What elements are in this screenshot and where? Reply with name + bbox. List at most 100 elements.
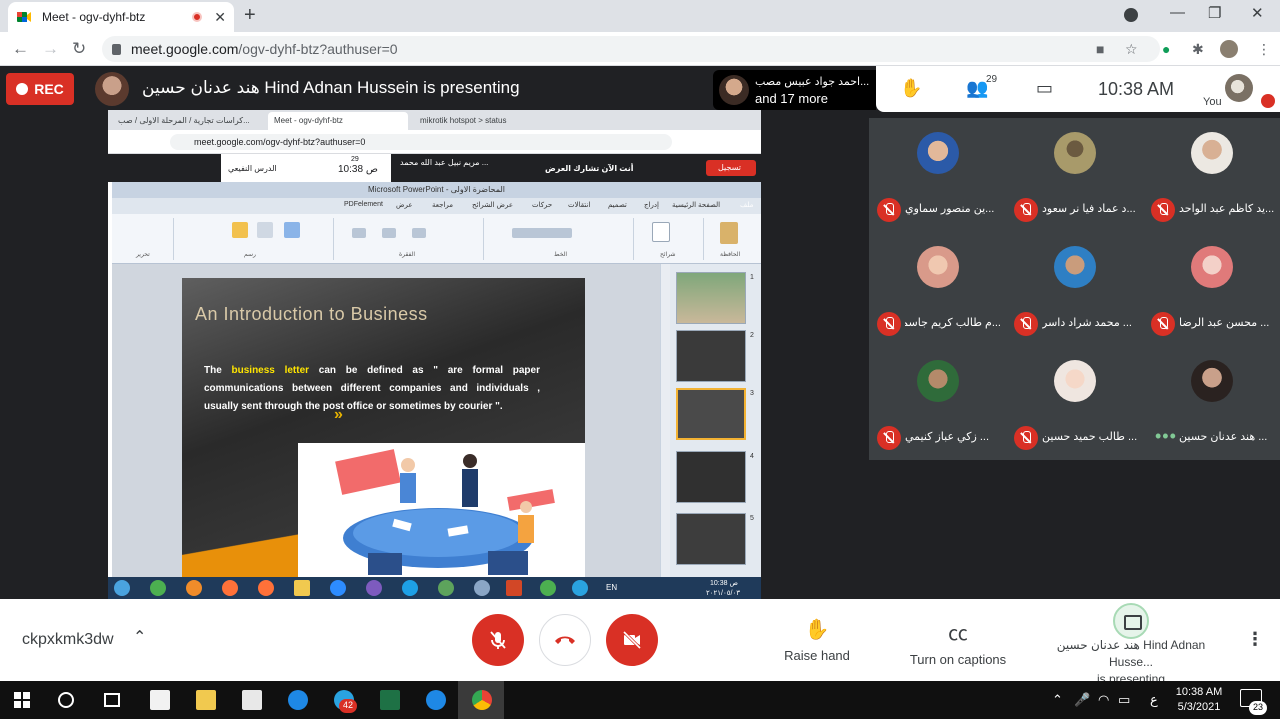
font-box	[512, 228, 572, 238]
maximize-button[interactable]: ❐	[1208, 4, 1221, 22]
reload-icon[interactable]: ↻	[72, 39, 86, 59]
chevron-up-icon[interactable]: ⌃	[1052, 692, 1063, 708]
slide-thumbnail-1[interactable]	[676, 272, 746, 324]
chat-icon[interactable]: ▭	[1036, 78, 1053, 99]
forward-arrow-icon[interactable]: →	[42, 39, 59, 59]
ribbon-group-font: الخط	[484, 218, 634, 260]
window-close-button[interactable]: ✕	[1251, 4, 1264, 22]
minimize-button[interactable]: —	[1170, 4, 1185, 21]
participant-avatar	[1054, 246, 1096, 288]
shared-lang: EN	[606, 583, 618, 592]
mic-toggle-button[interactable]	[472, 614, 524, 666]
participant-tile[interactable]: ...م طالب كريم جاسم	[869, 232, 1006, 346]
presenting-name: هند عدنان حسين Hind Adnan Husse...	[1056, 638, 1206, 669]
captions-button[interactable]: ㏄ Turn on captions	[906, 617, 1010, 667]
participant-tile[interactable]: ...ين منصور سماوي	[869, 118, 1006, 232]
captions-icon: ㏄	[948, 623, 968, 645]
slide-text-start: The	[204, 365, 232, 376]
self-label: You	[1203, 96, 1222, 108]
slide-thumbnail-2[interactable]	[676, 330, 746, 382]
back-arrow-icon[interactable]: ←	[12, 39, 29, 59]
ppt-tab: PDFelement	[344, 201, 383, 208]
wifi-icon[interactable]: ◠	[1098, 692, 1109, 708]
new-tab-button[interactable]: +	[244, 4, 256, 27]
shared-time: 10:38 ص	[338, 164, 378, 175]
browser-tab-strip: Meet - ogv-dyhf-btz ✕ + — ❐ ✕	[0, 0, 1280, 32]
chrome-menu-icon[interactable]: ⋮	[1257, 41, 1271, 58]
shared-tab-3: mikrotik hotspot > status	[420, 116, 507, 125]
participant-name: ... محسن عبد الرضا	[1179, 317, 1270, 329]
participant-tile[interactable]: ... محسن عبد الرضا	[1143, 232, 1280, 346]
slide-title: An Introduction to Business	[195, 304, 428, 324]
firefox-icon	[258, 580, 274, 596]
shared-meet-bar: الدرس النفيعي 10:38 ص 29 مريم نبيل عبد ا…	[108, 154, 761, 182]
ppt-scrollbar[interactable]	[660, 264, 670, 577]
participant-tile[interactable]: ... طالب حميد حسين	[1006, 346, 1143, 460]
ribbon-group-label: الخط	[554, 252, 568, 258]
ppt-tab: تصميم	[608, 202, 627, 209]
slide-thumbnail-3-selected[interactable]	[676, 388, 746, 440]
edge-icon[interactable]	[288, 690, 308, 710]
url-host: meet.google.com	[131, 41, 239, 57]
participant-avatar	[917, 360, 959, 402]
address-bar[interactable]: meet.google.com/ogv-dyhf-btz?authuser=0	[102, 36, 1160, 62]
hand-wave-icon[interactable]: ✋	[900, 78, 922, 99]
participant-name: ... محمد شراد داسر	[1042, 317, 1132, 329]
participant-avatar	[1054, 360, 1096, 402]
ribbon-group-label: الحافظة	[720, 252, 741, 258]
extension-icon[interactable]: ●	[1162, 41, 1170, 57]
store-icon[interactable]	[150, 690, 170, 710]
other-participants-chip[interactable]: احمد جواد عبيس مصب... and 17 more	[713, 70, 876, 110]
shapes-icon	[232, 222, 248, 238]
participant-tile[interactable]: ... محمد شراد داسر	[1006, 232, 1143, 346]
windows-start-icon[interactable]	[14, 692, 30, 708]
browser-tab-meet[interactable]: Meet - ogv-dyhf-btz ✕	[8, 2, 234, 32]
camera-indicator-icon[interactable]: ■	[1096, 41, 1104, 57]
chevron-up-icon[interactable]: ⌃	[133, 627, 146, 647]
microphone-icon[interactable]: 🎤	[1074, 692, 1090, 708]
shared-url: meet.google.com/ogv-dyhf-btz?authuser=0	[170, 134, 672, 150]
extensions-puzzle-icon[interactable]: ✱	[1192, 41, 1204, 58]
slide-thumbnail-4[interactable]	[676, 451, 746, 503]
battery-icon[interactable]: ▭	[1118, 692, 1130, 708]
meeting-code[interactable]: ckpxkmk3dw	[22, 631, 114, 649]
participant-tile[interactable]: ...يد كاظم عبد الواحد	[1143, 118, 1280, 232]
slide-thumbnail-5[interactable]	[676, 513, 746, 565]
chrome-icon[interactable]	[472, 690, 492, 710]
mic-off-icon	[1151, 198, 1175, 222]
input-language[interactable]: ع	[1150, 692, 1158, 708]
chip-more: and 17 more	[755, 91, 828, 106]
participant-tile-presenter[interactable]: ••• ... هند عدنان حسين	[1143, 346, 1280, 460]
ppt-ribbon: تحرير رسم الفقرة الخط شرائح الحافظة	[112, 214, 761, 264]
self-avatar[interactable]	[1225, 74, 1253, 102]
system-clock[interactable]: 10:38 AM 5/3/2021	[1170, 685, 1228, 715]
quick-styles-icon	[284, 222, 300, 238]
bookmark-star-icon[interactable]: ☆	[1125, 41, 1138, 58]
task-view-icon[interactable]	[104, 693, 120, 707]
participant-name: ... هند عدنان حسين	[1179, 431, 1268, 443]
excel-icon[interactable]	[380, 690, 400, 710]
participant-tile[interactable]: ...د عماد فيا نر سعود	[1006, 118, 1143, 232]
paste-icon	[720, 222, 738, 244]
camera-toggle-button[interactable]	[606, 614, 658, 666]
search-icon[interactable]	[58, 692, 74, 708]
file-explorer-icon[interactable]	[196, 690, 216, 710]
raise-hand-button[interactable]: ✋ Raise hand	[782, 617, 852, 663]
thumb-number: 2	[750, 332, 754, 339]
profile-avatar[interactable]	[1220, 40, 1238, 58]
participant-tile[interactable]: ... زكي عباز كنيمي	[869, 346, 1006, 460]
recording-icon	[192, 12, 203, 22]
ribbon-group-label: شرائح	[660, 252, 676, 258]
thumb-number: 4	[750, 453, 754, 460]
participant-avatar	[1191, 246, 1233, 288]
mail-icon[interactable]	[242, 690, 262, 710]
tab-close-icon[interactable]: ✕	[214, 9, 226, 26]
speaking-indicator-icon: •••	[1155, 426, 1177, 446]
tab-search-icon[interactable]	[1124, 8, 1138, 22]
ppt-tab: مراجعة	[432, 202, 454, 209]
network-app-icon[interactable]	[426, 690, 446, 710]
leave-call-button[interactable]	[539, 614, 591, 666]
shared-task-date: ٢٠٢١/٠٥/٠٣	[706, 590, 740, 597]
present-now-icon[interactable]	[1113, 603, 1149, 639]
more-options-icon[interactable]: ⋮	[1246, 629, 1264, 650]
